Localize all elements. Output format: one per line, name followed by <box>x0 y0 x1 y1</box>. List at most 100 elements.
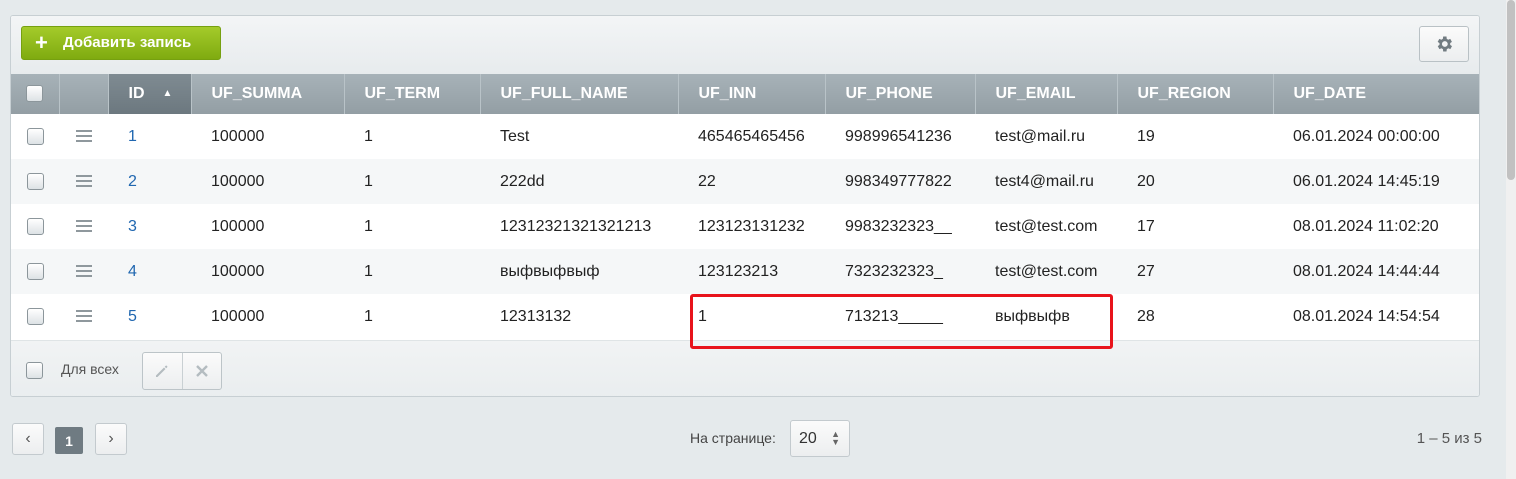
cell-uf-phone: 998996541236 <box>845 127 952 145</box>
cell-uf-inn: 465465465456 <box>698 127 805 145</box>
cell-uf-term: 1 <box>364 217 373 235</box>
cell-uf-term: 1 <box>364 307 373 325</box>
cell-uf-summa: 100000 <box>191 159 344 204</box>
cell-uf-email: выфвыфв <box>995 307 1070 325</box>
cell-uf-date: 08.01.2024 14:54:54 <box>1293 307 1440 325</box>
grid-panel: + Добавить запись ID ▲ UF_SUMMA UF_TERM … <box>10 15 1480 397</box>
header-select-all[interactable] <box>11 74 60 114</box>
column-header-uf-inn[interactable]: UF_INN <box>678 74 826 114</box>
column-header-uf-region[interactable]: UF_REGION <box>1117 74 1274 114</box>
cell-uf-email: test@test.com <box>995 217 1098 235</box>
cell-uf-phone: 998349777822 <box>825 159 975 204</box>
row-checkbox[interactable] <box>26 172 44 190</box>
row-menu-icon[interactable] <box>75 262 92 280</box>
cell-uf-phone: 9983232323__ <box>845 217 952 235</box>
cell-uf-inn: 123123131232 <box>698 217 805 235</box>
row-menu-icon[interactable] <box>75 307 92 325</box>
header-actions <box>59 74 109 114</box>
select-all-checkbox[interactable] <box>26 85 44 103</box>
column-header-uf-email[interactable]: UF_EMAIL <box>975 74 1118 114</box>
group-delete-button[interactable] <box>181 353 222 389</box>
add-record-label: Добавить запись <box>63 34 192 51</box>
pencil-icon <box>156 365 168 377</box>
group-actions-bar: Для всех <box>11 340 1479 396</box>
row-menu-icon[interactable] <box>75 172 92 190</box>
cell-uf-date: 06.01.2024 14:45:19 <box>1273 159 1479 204</box>
cell-uf-email: test@mail.ru <box>995 127 1086 145</box>
cell-uf-summa: 100000 <box>191 249 344 294</box>
column-header-uf-full-name[interactable]: UF_FULL_NAME <box>480 74 679 114</box>
row-checkbox[interactable] <box>26 127 44 145</box>
row-checkbox[interactable] <box>26 217 44 235</box>
pagination-range: 1 – 5 из 5 <box>1416 430 1482 447</box>
column-header-uf-date[interactable]: UF_DATE <box>1273 74 1479 114</box>
cell-uf-date: 08.01.2024 14:44:44 <box>1273 249 1479 294</box>
select-all-footer-checkbox[interactable] <box>26 362 43 379</box>
cell-uf-full-name: выфвыфвыф <box>480 249 678 294</box>
sort-ascending-icon: ▲ <box>162 88 173 100</box>
column-header-id[interactable]: ID ▲ <box>108 74 192 114</box>
column-header-label: ID <box>128 85 145 102</box>
cell-uf-inn: 22 <box>678 159 825 204</box>
table-row[interactable]: 1 100000 1 Test 465465465456 99899654123… <box>11 114 1479 159</box>
cell-uf-email: test@test.com <box>975 249 1117 294</box>
column-header-uf-phone[interactable]: UF_PHONE <box>825 74 976 114</box>
cell-uf-full-name: Test <box>500 127 530 145</box>
scrollbar-thumb[interactable] <box>1507 0 1515 180</box>
row-checkbox[interactable] <box>26 307 44 325</box>
cell-uf-full-name: 222dd <box>480 159 678 204</box>
cell-uf-inn: 123123213 <box>678 249 825 294</box>
page-scrollbar[interactable] <box>1506 0 1516 479</box>
cell-uf-summa: 100000 <box>211 307 265 325</box>
close-icon <box>195 365 208 377</box>
cell-uf-region: 17 <box>1137 217 1155 235</box>
toolbar: + Добавить запись <box>11 16 1479 74</box>
row-checkbox[interactable] <box>26 262 44 280</box>
data-grid: ID ▲ UF_SUMMA UF_TERM UF_FULL_NAME UF_INN… <box>11 74 1479 339</box>
cell-uf-term: 1 <box>344 159 480 204</box>
per-page-select[interactable]: 20 ▲ ▼ <box>790 420 850 457</box>
cell-uf-date: 08.01.2024 11:02:20 <box>1293 217 1439 235</box>
table-row[interactable]: 5 100000 1 12313132 1 713213_____ выфвыф… <box>11 294 1479 339</box>
header-row: ID ▲ UF_SUMMA UF_TERM UF_FULL_NAME UF_INN… <box>11 74 1479 114</box>
cell-uf-term: 1 <box>364 127 373 145</box>
cell-id[interactable]: 3 <box>108 204 191 249</box>
cell-uf-phone: 7323232323_ <box>825 249 975 294</box>
cell-uf-email: test4@mail.ru <box>975 159 1117 204</box>
cell-uf-region: 28 <box>1137 307 1155 325</box>
cell-uf-date: 06.01.2024 00:00:00 <box>1293 127 1440 145</box>
cell-uf-region: 19 <box>1137 127 1155 145</box>
per-page-value: 20 <box>799 429 817 447</box>
cell-uf-full-name: 12313132 <box>500 307 572 325</box>
pagination-prev-button[interactable]: ‹ <box>12 423 44 455</box>
for-all-label: Для всех <box>61 361 119 377</box>
cell-uf-phone: 713213_____ <box>845 307 943 325</box>
cell-id[interactable]: 4 <box>108 249 191 294</box>
table-row[interactable]: 2 100000 1 222dd 22 998349777822 test4@m… <box>11 159 1479 204</box>
row-menu-icon[interactable] <box>75 217 92 235</box>
group-actions-buttons <box>142 352 222 390</box>
column-header-uf-summa[interactable]: UF_SUMMA <box>191 74 345 114</box>
group-edit-button[interactable] <box>143 353 182 389</box>
per-page-label: На странице: <box>690 430 776 446</box>
settings-button[interactable] <box>1419 26 1469 62</box>
cell-uf-full-name: 12312321321321213 <box>500 217 652 235</box>
plus-icon: + <box>35 30 48 55</box>
gear-icon <box>1437 36 1452 52</box>
cell-uf-summa: 100000 <box>211 127 265 145</box>
cell-uf-summa: 100000 <box>211 217 265 235</box>
cell-uf-region: 27 <box>1117 249 1273 294</box>
cell-id[interactable]: 2 <box>108 159 191 204</box>
table-row[interactable]: 3 100000 1 12312321321321213 12312313123… <box>11 204 1479 249</box>
cell-id[interactable]: 5 <box>108 294 191 339</box>
column-header-uf-term[interactable]: UF_TERM <box>344 74 481 114</box>
table-row[interactable]: 4 100000 1 выфвыфвыф 123123213 732323232… <box>11 249 1479 294</box>
pagination-next-button[interactable]: › <box>95 423 127 455</box>
cell-uf-term: 1 <box>344 249 480 294</box>
cell-uf-region: 20 <box>1117 159 1273 204</box>
add-record-button[interactable]: + Добавить запись <box>21 26 221 60</box>
row-menu-icon[interactable] <box>75 127 92 145</box>
pagination-current-page[interactable]: 1 <box>55 427 83 454</box>
cell-id[interactable]: 1 <box>108 114 191 159</box>
cell-uf-inn: 1 <box>698 307 707 325</box>
